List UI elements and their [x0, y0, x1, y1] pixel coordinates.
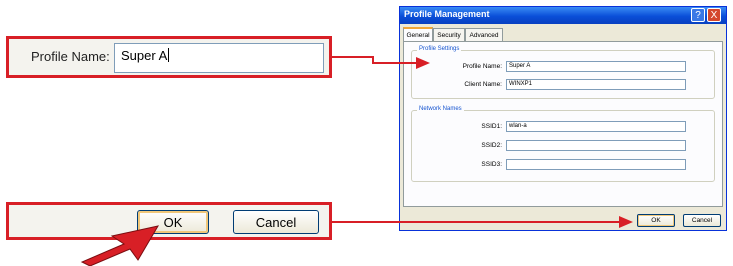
pointer-arrow-icon	[80, 225, 160, 266]
arrow-to-profile-name	[332, 56, 430, 69]
arrow-to-ok	[332, 216, 633, 228]
callout-arrows	[80, 56, 633, 266]
